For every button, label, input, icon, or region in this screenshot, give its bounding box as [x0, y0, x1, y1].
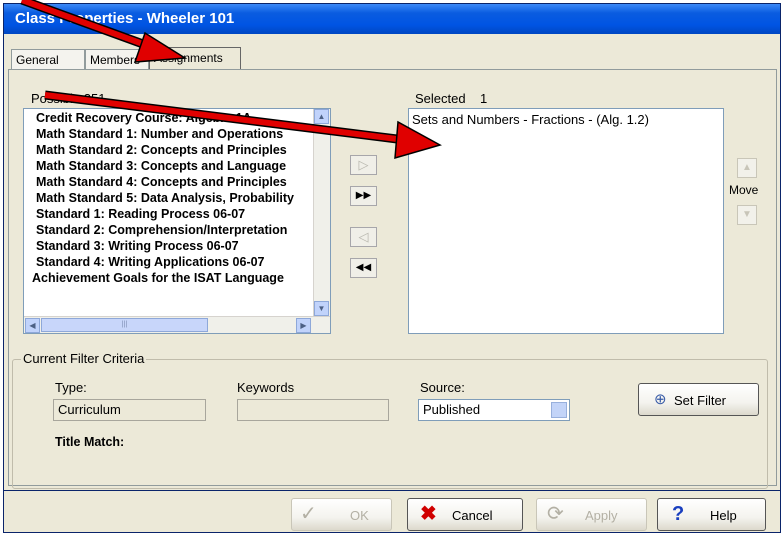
available-list[interactable]: Credit Recovery Course: Algebra 1A Math … — [23, 108, 331, 334]
list-item[interactable]: Achievement Goals for the ISAT Language — [32, 271, 284, 285]
cancel-button[interactable]: ✖ Cancel — [407, 498, 523, 531]
class-properties-dialog: Class Properties - Wheeler 101 General M… — [3, 3, 781, 533]
x-close-icon: ✖ — [420, 503, 437, 525]
checkmark-icon: ✓ — [300, 503, 317, 525]
set-filter-button[interactable]: ⊕ Set Filter — [638, 383, 759, 416]
list-item[interactable]: Standard 1: Reading Process 06-07 — [36, 207, 245, 221]
window-title: Class Properties - Wheeler 101 — [15, 10, 235, 27]
arrow-up-icon: ▲ — [742, 162, 752, 173]
vertical-scrollbar[interactable]: ▲ ▼ — [313, 109, 330, 316]
horizontal-scrollbar[interactable]: ◀ ||| ▶ — [24, 316, 330, 333]
keywords-label: Keywords — [237, 380, 295, 395]
scroll-left-icon[interactable]: ◀ — [25, 318, 40, 333]
filter-criteria-group: Current Filter Criteria Type: Curriculum… — [12, 351, 768, 489]
list-item[interactable]: Math Standard 2: Concepts and Principles — [36, 143, 287, 157]
scroll-down-icon[interactable]: ▼ — [314, 301, 329, 316]
title-match-label: Title Match: — [55, 435, 125, 449]
ok-button[interactable]: ✓ OK — [291, 498, 392, 531]
type-field: Curriculum — [53, 399, 206, 421]
selected-count: 1 — [480, 91, 488, 106]
arrow-down-icon: ▼ — [742, 209, 752, 220]
scroll-up-icon[interactable]: ▲ — [314, 109, 329, 124]
add-selected-button[interactable]: ▷ — [350, 155, 377, 175]
refresh-icon: ⟳ — [547, 503, 564, 525]
scroll-right-icon[interactable]: ▶ — [296, 318, 311, 333]
tab-members[interactable]: Members — [85, 49, 149, 69]
list-item[interactable]: Math Standard 4: Concepts and Principles — [36, 175, 287, 189]
list-item[interactable]: Standard 4: Writing Applications 06-07 — [36, 255, 265, 269]
add-all-button[interactable]: ▶▶ — [350, 186, 377, 206]
keywords-field — [237, 399, 389, 421]
magnifier-icon: ⊕ — [654, 391, 667, 408]
selected-label: Selected 1 — [415, 91, 488, 106]
possible-count: 351 — [83, 91, 106, 106]
source-select[interactable]: Published — [418, 399, 570, 421]
type-label: Type: — [55, 380, 87, 395]
list-item[interactable]: Credit Recovery Course: Algebra 1A — [36, 111, 252, 125]
move-label: Move — [729, 183, 759, 197]
source-label: Source: — [420, 380, 465, 395]
possible-label: Possible 351 — [31, 91, 106, 106]
source-spin-icon[interactable] — [551, 402, 567, 418]
question-icon: ? — [672, 503, 685, 525]
list-item[interactable]: Standard 2: Comprehension/Interpretation — [36, 223, 287, 237]
tab-general[interactable]: General — [11, 49, 85, 69]
selected-list[interactable]: Sets and Numbers - Fractions - (Alg. 1.2… — [408, 108, 724, 334]
move-down-button[interactable]: ▼ — [737, 205, 757, 225]
footer-divider — [4, 490, 780, 491]
list-item[interactable]: Math Standard 3: Concepts and Language — [36, 159, 286, 173]
filter-legend: Current Filter Criteria — [21, 351, 147, 366]
remove-selected-button[interactable]: ◁ — [350, 227, 377, 247]
tab-assignments[interactable]: Assignments — [149, 47, 241, 70]
help-button[interactable]: ? Help — [657, 498, 766, 531]
remove-all-button[interactable]: ◀◀ — [350, 258, 377, 278]
horizontal-scroll-thumb[interactable]: ||| — [41, 318, 208, 332]
move-up-button[interactable]: ▲ — [737, 158, 757, 178]
list-item[interactable]: Math Standard 1: Number and Operations — [36, 127, 283, 141]
title-bar: Class Properties - Wheeler 101 — [4, 4, 780, 34]
list-item[interactable]: Math Standard 5: Data Analysis, Probabil… — [36, 191, 294, 205]
list-item[interactable]: Sets and Numbers - Fractions - (Alg. 1.2… — [412, 112, 649, 127]
apply-button[interactable]: ⟳ Apply — [536, 498, 647, 531]
list-item[interactable]: Standard 3: Writing Process 06-07 — [36, 239, 239, 253]
